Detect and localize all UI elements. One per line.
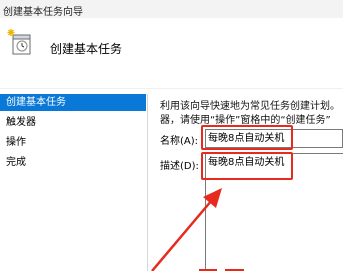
wizard-description-line1: 利用该向导快速地为常见任务创建计划。 <box>160 101 340 112</box>
scheduled-task-icon <box>5 28 35 56</box>
sidebar-item-trigger[interactable]: 触发器 <box>0 114 146 131</box>
sidebar-item-finish[interactable]: 完成 <box>0 154 146 171</box>
window-titlebar: 创建基本任务向导 <box>0 0 343 18</box>
wizard-description-line2: 器，请使用“操作”窗格中的“创建任务” <box>160 115 331 126</box>
sidebar-item-create-basic-task[interactable]: 创建基本任务 <box>0 94 146 111</box>
name-highlight-box <box>201 125 293 150</box>
wizard-steps-sidebar: 创建基本任务 触发器 操作 完成 <box>0 94 146 271</box>
sidebar-item-action[interactable]: 操作 <box>0 134 146 151</box>
wizard-header: 创建基本任务 <box>0 18 343 88</box>
sidebar-divider <box>147 94 148 271</box>
window-title: 创建基本任务向导 <box>3 7 83 18</box>
name-label: 名称(A): <box>160 136 199 147</box>
description-highlight-box <box>201 152 293 180</box>
page-title: 创建基本任务 <box>50 42 123 56</box>
description-label: 描述(D): <box>160 161 199 172</box>
header-divider <box>0 88 343 89</box>
